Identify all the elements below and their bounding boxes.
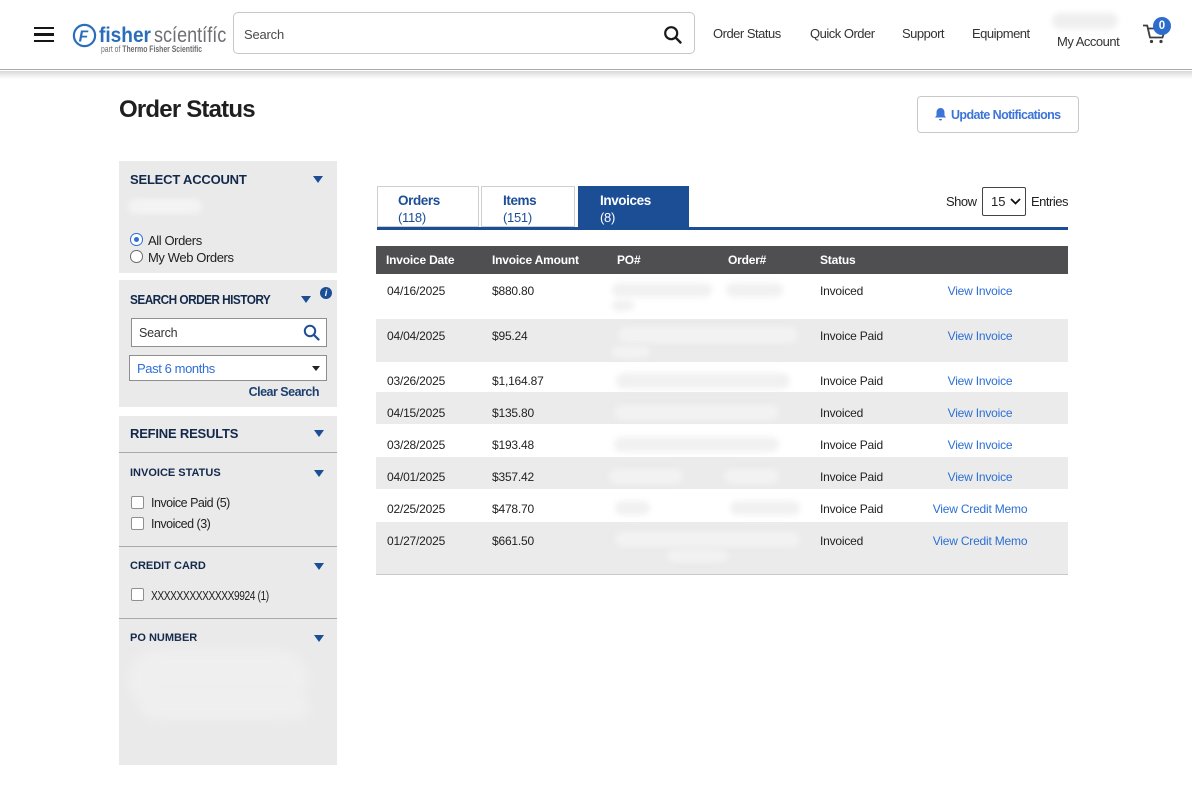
svg-text:F: F <box>78 28 88 45</box>
